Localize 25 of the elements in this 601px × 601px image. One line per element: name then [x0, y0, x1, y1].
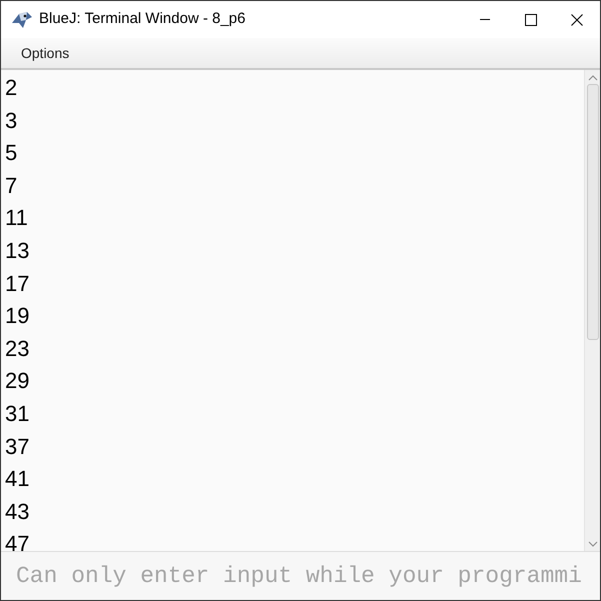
output-line: 11: [5, 205, 28, 230]
output-line: 37: [5, 434, 30, 459]
output-line: 7: [5, 172, 18, 198]
scrollbar[interactable]: [584, 70, 600, 551]
scroll-down-icon[interactable]: [588, 540, 598, 548]
output-line: 2: [5, 75, 18, 100]
window-title: BlueJ: Terminal Window - 8_p6: [39, 9, 246, 30]
scroll-up-icon[interactable]: [588, 74, 598, 82]
maximize-icon: [525, 14, 537, 26]
output-line: 31: [5, 400, 30, 426]
output-line: 17: [5, 270, 30, 296]
output-line: 5: [5, 140, 18, 166]
scrollbar-thumb[interactable]: [586, 84, 598, 340]
output-line: 23: [5, 336, 30, 361]
output-line: 3: [5, 108, 18, 133]
output-line: 47: [5, 531, 30, 551]
output-line: 13: [5, 238, 30, 263]
output-line: 19: [5, 303, 30, 328]
minimize-icon: [480, 19, 490, 20]
menu-item[interactable]: Options: [1, 42, 70, 64]
output-line: 41: [5, 466, 30, 492]
close-icon: [571, 14, 583, 26]
output-line: 29: [5, 368, 30, 394]
output-line: 43: [5, 498, 30, 524]
app-icon: [11, 10, 33, 28]
